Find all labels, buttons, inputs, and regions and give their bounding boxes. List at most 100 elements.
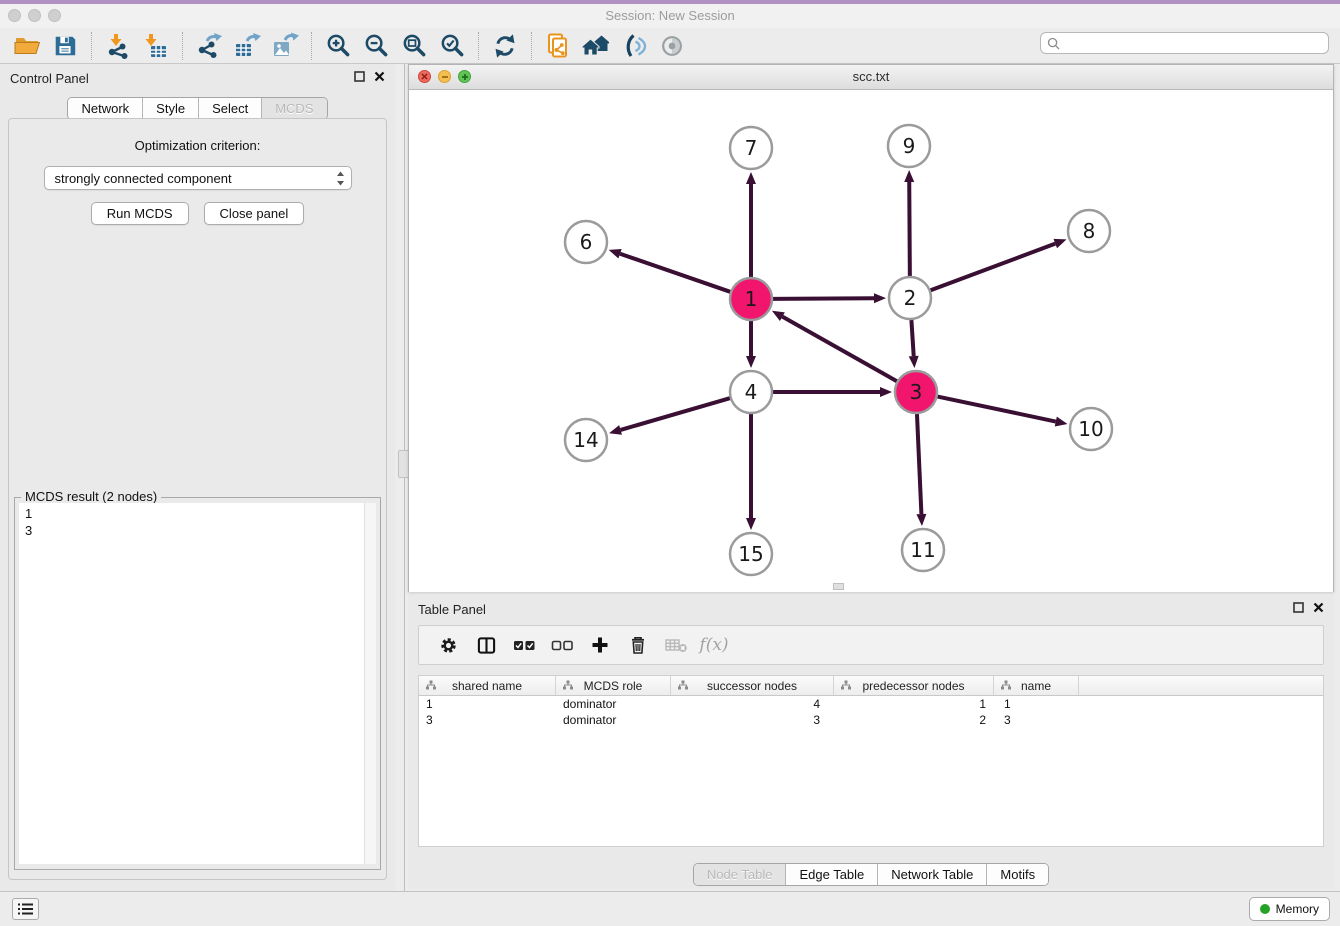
column-header-label: predecessor nodes xyxy=(862,679,964,693)
column-header-name[interactable]: name xyxy=(994,676,1079,695)
export-table-button[interactable] xyxy=(228,30,266,62)
graph-node-7[interactable]: 7 xyxy=(730,127,772,169)
column-header-label: shared name xyxy=(452,679,522,693)
table-cell[interactable]: 3 xyxy=(671,712,834,728)
run-mcds-button[interactable]: Run MCDS xyxy=(91,202,189,225)
graph-node-6[interactable]: 6 xyxy=(565,221,607,263)
tab-select[interactable]: Select xyxy=(199,98,262,119)
memory-button[interactable]: Memory xyxy=(1249,897,1330,921)
mcds-result-line: 3 xyxy=(25,522,370,539)
graph-node-1[interactable]: 1 xyxy=(730,278,772,320)
search-input[interactable] xyxy=(1065,35,1322,52)
node-label: 1 xyxy=(745,287,758,311)
table-header-row: shared name MCDS rolesuccessor nodes prede… xyxy=(419,676,1323,696)
hide-graphics-details-icon xyxy=(620,32,648,60)
export-network-button[interactable] xyxy=(190,30,228,62)
zoom-fit-button[interactable] xyxy=(395,30,433,62)
zoom-out-button[interactable] xyxy=(357,30,395,62)
gear-icon xyxy=(439,636,458,655)
table-cell[interactable]: 4 xyxy=(671,696,834,712)
table-row[interactable]: 3dominator323 xyxy=(419,712,1323,728)
float-panel-icon[interactable] xyxy=(1293,602,1304,613)
tab-mcds[interactable]: MCDS xyxy=(262,98,326,119)
graph-node-11[interactable]: 11 xyxy=(902,529,944,571)
result-scrollbar[interactable] xyxy=(364,503,376,864)
import-table-button[interactable] xyxy=(137,30,175,62)
node-label: 2 xyxy=(904,286,917,310)
graph-edge-2-9[interactable] xyxy=(909,182,910,276)
graph-edge-3-1[interactable] xyxy=(782,317,896,382)
graph-node-8[interactable]: 8 xyxy=(1068,210,1110,252)
graph-node-3[interactable]: 3 xyxy=(895,371,937,413)
import-network-button[interactable] xyxy=(99,30,137,62)
tab-node-table[interactable]: Node Table xyxy=(694,864,787,885)
graph-node-15[interactable]: 15 xyxy=(730,533,772,575)
column-header-shared-name[interactable]: shared name xyxy=(419,676,556,695)
select-all-button[interactable] xyxy=(507,629,541,661)
graph-edge-3-10[interactable] xyxy=(938,397,1056,422)
delete-column-icon xyxy=(665,637,688,654)
table-cell[interactable]: dominator xyxy=(556,712,671,728)
tab-style[interactable]: Style xyxy=(143,98,199,119)
select-chevrons-icon xyxy=(336,171,345,186)
first-neighbors-button[interactable] xyxy=(577,30,615,62)
create-column-button[interactable] xyxy=(583,629,617,661)
export-image-button[interactable] xyxy=(266,30,304,62)
table-cell[interactable]: 1 xyxy=(994,696,1079,712)
mcds-result-box[interactable]: 13 xyxy=(19,503,376,864)
close-panel-icon[interactable] xyxy=(1313,602,1324,613)
node-label: 15 xyxy=(738,542,763,566)
function-builder-button: f(x) xyxy=(697,629,731,661)
table-cell[interactable]: dominator xyxy=(556,696,671,712)
hide-graphics-details-button[interactable] xyxy=(615,30,653,62)
graph-edge-2-3[interactable] xyxy=(911,320,913,356)
control-panel-title: Control Panel xyxy=(10,71,89,86)
table-settings-button[interactable] xyxy=(431,629,465,661)
unselect-all-button[interactable] xyxy=(545,629,579,661)
graph-edge-2-8[interactable] xyxy=(931,244,1056,291)
delete-rows-button[interactable] xyxy=(621,629,655,661)
tab-network-table[interactable]: Network Table xyxy=(878,864,987,885)
graph-node-10[interactable]: 10 xyxy=(1070,408,1112,450)
network-canvas[interactable]: 7 9 6 8 1 2 4 3 14 10 15 11 xyxy=(409,90,1333,592)
clone-network-button[interactable] xyxy=(539,30,577,62)
graph-edge-1-6[interactable] xyxy=(620,254,730,292)
close-panel-icon[interactable] xyxy=(374,71,385,82)
graph-edge-4-14[interactable] xyxy=(621,398,730,430)
refresh-icon xyxy=(492,33,518,59)
horizontal-splitter-handle[interactable] xyxy=(833,583,844,590)
application-window: Session: New Session xyxy=(0,0,1340,926)
float-panel-icon[interactable] xyxy=(354,71,365,82)
table-row[interactable]: 1dominator411 xyxy=(419,696,1323,712)
zoom-selected-button[interactable] xyxy=(433,30,471,62)
graph-node-4[interactable]: 4 xyxy=(730,371,772,413)
column-header-successor-nodes[interactable]: successor nodes xyxy=(671,676,834,695)
table-cell[interactable]: 3 xyxy=(419,712,556,728)
graph-node-9[interactable]: 9 xyxy=(888,125,930,167)
tab-network[interactable]: Network xyxy=(68,98,143,119)
tab-edge-table[interactable]: Edge Table xyxy=(786,864,878,885)
zoom-in-button[interactable] xyxy=(319,30,357,62)
list-icon xyxy=(18,903,33,915)
close-panel-button[interactable]: Close panel xyxy=(204,202,305,225)
sort-icon xyxy=(426,680,436,690)
task-history-button[interactable] xyxy=(12,898,39,920)
table-cell[interactable]: 2 xyxy=(834,712,994,728)
table-cell[interactable]: 1 xyxy=(419,696,556,712)
show-eye-button xyxy=(653,30,691,62)
graph-node-14[interactable]: 14 xyxy=(565,419,607,461)
open-session-button[interactable] xyxy=(8,30,46,62)
graph-node-2[interactable]: 2 xyxy=(889,277,931,319)
show-columns-button[interactable] xyxy=(469,629,503,661)
tab-motifs[interactable]: Motifs xyxy=(987,864,1048,885)
column-header-MCDS-role[interactable]: MCDS role xyxy=(556,676,671,695)
graph-edge-3-11[interactable] xyxy=(917,414,921,514)
refresh-button[interactable] xyxy=(486,30,524,62)
table-cell[interactable]: 3 xyxy=(994,712,1079,728)
criterion-select[interactable]: strongly connected component xyxy=(44,166,352,190)
graph-edge-1-2[interactable] xyxy=(773,298,874,299)
save-session-button[interactable] xyxy=(46,30,84,62)
node-label: 10 xyxy=(1078,417,1103,441)
table-cell[interactable]: 1 xyxy=(834,696,994,712)
column-header-predecessor-nodes[interactable]: predecessor nodes xyxy=(834,676,994,695)
